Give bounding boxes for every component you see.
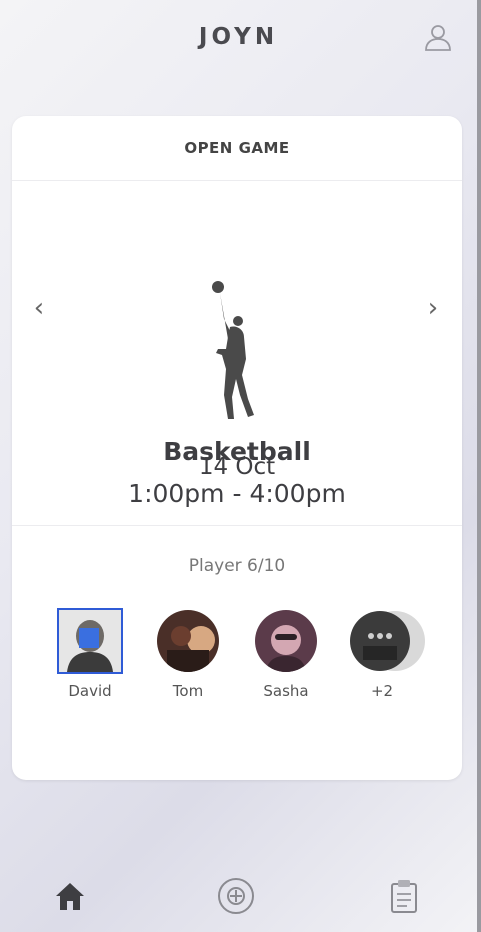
bottom-nav: [0, 860, 477, 932]
card-title: OPEN GAME: [12, 116, 462, 181]
app-logo: JOYN: [198, 24, 279, 50]
avatar-stack[interactable]: [350, 610, 425, 672]
game-time: 1:00pm - 4:00pm: [128, 479, 346, 508]
basketball-player-icon: [212, 281, 254, 419]
clipboard-icon[interactable]: [384, 876, 424, 916]
player-name: Tom: [172, 682, 204, 700]
player-name: Sasha: [263, 682, 309, 700]
avatar[interactable]: [57, 608, 123, 674]
next-game-arrow[interactable]: ›: [418, 293, 448, 323]
user-icon[interactable]: [423, 22, 453, 52]
game-date: 14 Oct: [198, 454, 276, 480]
open-game-card: OPEN GAME ‹ › Basketball 1:00pm - 4:00pm…: [12, 116, 462, 780]
home-icon[interactable]: [50, 876, 90, 916]
player-tom[interactable]: Tom: [152, 610, 224, 700]
players-section: Player 6/10 David Tom Sasha +2: [12, 526, 462, 781]
avatar[interactable]: [255, 610, 317, 672]
player-name: David: [68, 682, 112, 700]
top-bar: JOYN: [0, 0, 477, 80]
window-edge: [477, 0, 481, 932]
player-count: Player 6/10: [188, 556, 286, 576]
player-sasha[interactable]: Sasha: [250, 610, 322, 700]
player-more[interactable]: +2: [346, 610, 425, 700]
avatar[interactable]: [157, 610, 219, 672]
player-david[interactable]: David: [54, 608, 126, 700]
add-circle-icon[interactable]: [216, 876, 256, 916]
previous-game-arrow[interactable]: ‹: [24, 293, 54, 323]
more-players-label: +2: [370, 682, 394, 700]
